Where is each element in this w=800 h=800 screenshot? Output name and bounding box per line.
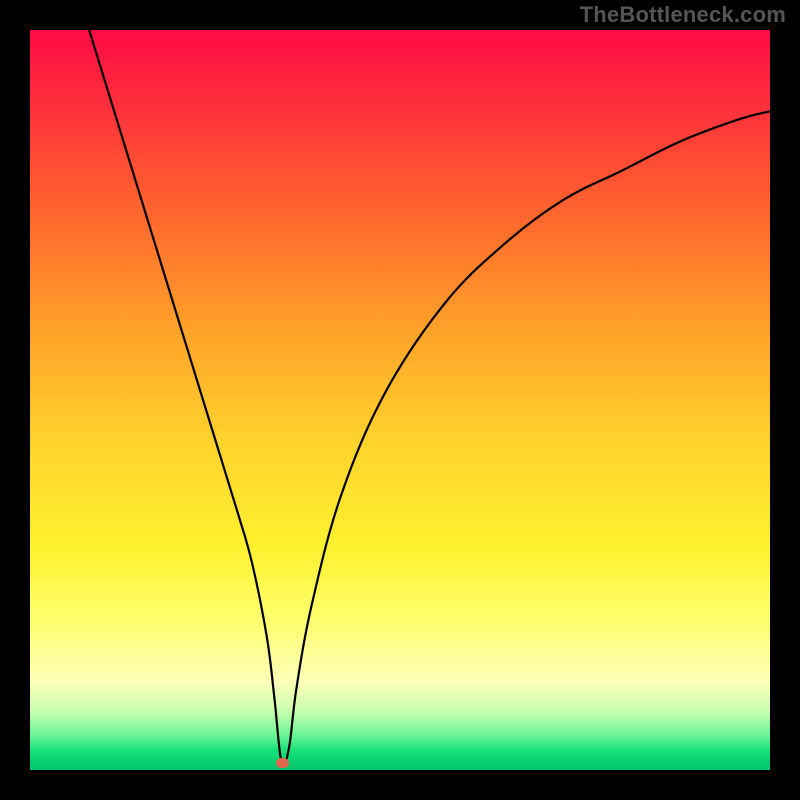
plot-area xyxy=(30,30,770,770)
optimum-marker xyxy=(276,758,289,768)
watermark-text: TheBottleneck.com xyxy=(580,2,786,28)
bottleneck-curve xyxy=(30,30,770,770)
chart-frame: TheBottleneck.com xyxy=(0,0,800,800)
